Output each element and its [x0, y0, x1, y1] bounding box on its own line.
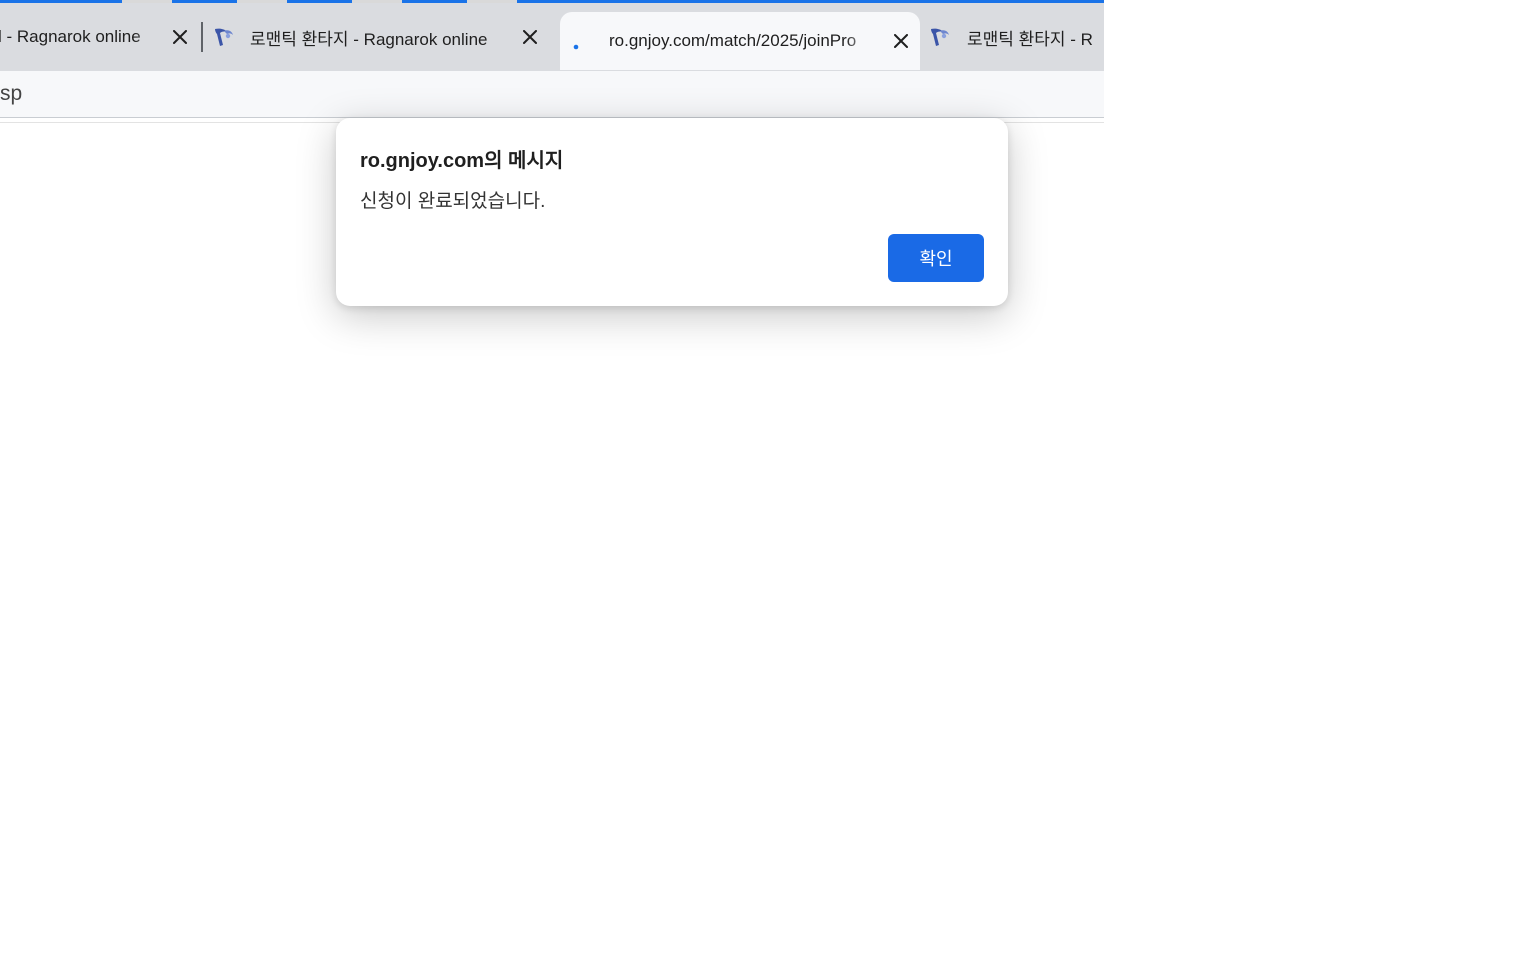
ragnarok-icon [212, 25, 236, 49]
close-icon[interactable] [889, 29, 913, 53]
tab-title: l - Ragnarok online [0, 27, 141, 46]
screen: l - Ragnarok online 로맨틱 환타지 - Ragnarok o… [0, 0, 1536, 960]
tab-title: 로맨틱 환타지 - R [967, 29, 1093, 49]
tab-title: 로맨틱 환타지 - Ragnarok online [250, 29, 488, 49]
browser-chrome: l - Ragnarok online 로맨틱 환타지 - Ragnarok o… [0, 0, 1104, 124]
tab-strip: l - Ragnarok online 로맨틱 환타지 - Ragnarok o… [0, 0, 1104, 70]
tab-title: ro.gnjoy.com/match/2025/joinPro [609, 31, 857, 50]
ok-button[interactable]: 확인 [888, 234, 984, 282]
tab-separator [201, 22, 203, 52]
tab-3[interactable]: 로맨틱 환타지 - R [928, 12, 1104, 62]
dialog-message: 신청이 완료되었습니다. [360, 191, 546, 212]
alert-dialog: ro.gnjoy.com의 메시지 신청이 완료되었습니다. 확인 [336, 118, 1008, 306]
close-icon[interactable] [518, 25, 542, 49]
address-text[interactable]: sp [0, 82, 22, 106]
address-bar[interactable]: sp [0, 70, 1104, 118]
loading-spinner-icon [564, 29, 588, 53]
close-icon[interactable] [168, 25, 192, 49]
tab-2-active[interactable]: ro.gnjoy.com/match/2025/joinPro [560, 12, 920, 70]
tab-0[interactable]: l - Ragnarok online [0, 12, 196, 62]
dialog-title: ro.gnjoy.com의 메시지 [360, 150, 564, 172]
tab-1[interactable]: 로맨틱 환타지 - Ragnarok online [212, 12, 560, 62]
ragnarok-icon [928, 25, 952, 49]
loading-progress-stripe [0, 0, 1104, 3]
